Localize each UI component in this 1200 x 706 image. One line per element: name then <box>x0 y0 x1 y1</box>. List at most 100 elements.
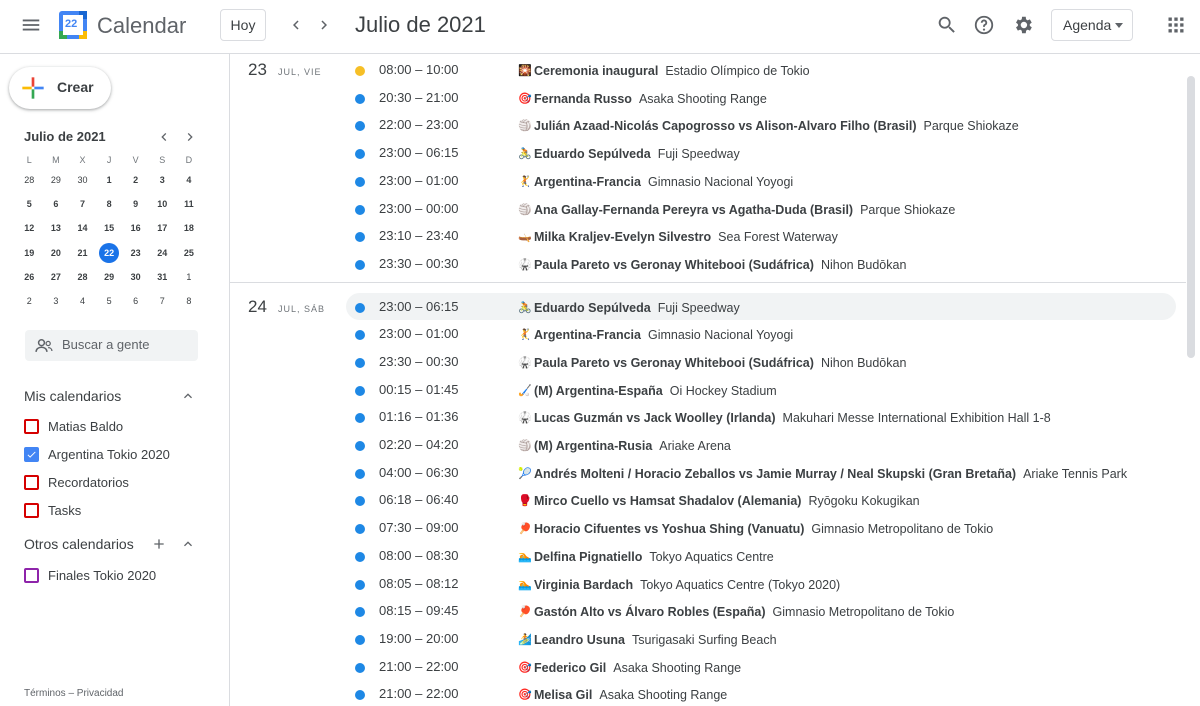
calendar-item[interactable]: Matias Baldo <box>24 416 123 436</box>
mini-calendar-day[interactable]: 30 <box>69 168 96 192</box>
day-number[interactable]: 23 <box>248 60 267 80</box>
agenda-event[interactable]: 08:00 – 08:30 🏊 Delfina Pignatiello Tokyo A… <box>346 542 1176 569</box>
day-number[interactable]: 24 <box>248 297 267 317</box>
mini-calendar-day[interactable]: 27 <box>43 265 70 289</box>
mini-calendar-day[interactable]: 26 <box>16 265 43 289</box>
my-calendars-toggle[interactable] <box>178 386 198 406</box>
mini-calendar-day[interactable]: 6 <box>43 192 70 216</box>
settings-button[interactable] <box>1003 5 1043 45</box>
agenda-event[interactable]: 02:20 – 04:20 🏐 (M) Argentina-Rusia Ariake … <box>346 431 1176 458</box>
agenda-event[interactable]: 21:00 – 22:00 🎯 Federico Gil Asaka Shooting… <box>346 653 1176 680</box>
mini-calendar-day[interactable]: 23 <box>122 241 149 265</box>
mini-calendar-day[interactable]: 5 <box>96 289 123 313</box>
mini-calendar-day[interactable]: 3 <box>149 168 176 192</box>
agenda-event[interactable]: 08:00 – 10:00 🎇 Ceremonia inaugural Estadio… <box>346 56 1176 83</box>
agenda-event[interactable]: 23:00 – 00:00 🏐 Ana Gallay-Fernanda Pereyr… <box>346 195 1176 222</box>
mini-calendar-day[interactable]: 12 <box>16 216 43 240</box>
next-period-button[interactable] <box>304 5 344 45</box>
mini-calendar-day[interactable]: 24 <box>149 241 176 265</box>
mini-calendar-day[interactable]: 18 <box>176 216 203 240</box>
calendar-item[interactable]: Tasks <box>24 500 81 520</box>
mini-calendar-day[interactable]: 22 <box>96 241 123 265</box>
other-calendars-toggle[interactable] <box>178 534 198 554</box>
people-search[interactable] <box>25 330 198 361</box>
event-time: 08:15 – 09:45 <box>379 603 459 619</box>
mini-calendar-day[interactable]: 13 <box>43 216 70 240</box>
mini-calendar-day[interactable]: 20 <box>43 241 70 265</box>
calendar-item[interactable]: Finales Tokio 2020 <box>24 565 156 585</box>
mini-calendar-day[interactable]: 6 <box>122 289 149 313</box>
agenda-event[interactable]: 21:00 – 22:00 🎯 Melisa Gil Asaka Shooting R… <box>346 680 1176 706</box>
agenda-event[interactable]: 23:00 – 06:15 🚴 Eduardo Sepúlveda Fuji Spee… <box>346 292 1176 320</box>
event-title: Delfina Pignatiello <box>534 549 643 564</box>
mini-calendar-day[interactable]: 25 <box>176 241 203 265</box>
mini-calendar-day[interactable]: 7 <box>149 289 176 313</box>
mini-calendar-day[interactable]: 1 <box>96 168 123 192</box>
other-calendars-header[interactable]: Otros calendarios <box>24 536 134 552</box>
mini-calendar-next-button[interactable] <box>178 125 202 149</box>
agenda-event[interactable]: 23:30 – 00:30 🥋 Paula Pareto vs Geronay Wh… <box>346 348 1176 375</box>
agenda-event[interactable]: 06:18 – 06:40 🥊 Mirco Cuello vs Hamsat Sha… <box>346 486 1176 513</box>
calendar-checkbox[interactable] <box>24 474 39 490</box>
create-event-button[interactable]: Crear <box>9 67 111 109</box>
agenda-scrollbar[interactable] <box>1187 76 1195 358</box>
search-button[interactable] <box>927 5 967 45</box>
mini-calendar-day[interactable]: 16 <box>122 216 149 240</box>
today-button[interactable]: Hoy <box>220 9 266 41</box>
agenda-event[interactable]: 00:15 – 01:45 🏑 (M) Argentina-España Oi Hoc… <box>346 376 1176 403</box>
agenda-event[interactable]: 07:30 – 09:00 🏓 Horacio Cifuentes vs Yoshu… <box>346 514 1176 541</box>
my-calendars-header[interactable]: Mis calendarios <box>24 388 121 404</box>
mini-calendar-day[interactable]: 1 <box>176 265 203 289</box>
mini-calendar-day[interactable]: 7 <box>69 192 96 216</box>
agenda-event[interactable]: 08:15 – 09:45 🏓 Gastón Alto vs Álvaro Robl… <box>346 597 1176 624</box>
calendar-checkbox[interactable] <box>24 446 39 462</box>
mini-calendar-day[interactable]: 28 <box>16 168 43 192</box>
mini-calendar-day[interactable]: 31 <box>149 265 176 289</box>
mini-calendar-day[interactable]: 8 <box>176 289 203 313</box>
mini-calendar-day[interactable]: 14 <box>69 216 96 240</box>
mini-calendar-day[interactable]: 28 <box>69 265 96 289</box>
agenda-event[interactable]: 20:30 – 21:00 🎯 Fernanda Russo Asaka Shooti… <box>346 84 1176 111</box>
mini-calendar-day[interactable]: 21 <box>69 241 96 265</box>
mini-calendar-day[interactable]: 29 <box>43 168 70 192</box>
calendar-item[interactable]: Argentina Tokio 2020 <box>24 444 170 464</box>
mini-calendar-day[interactable]: 3 <box>43 289 70 313</box>
add-calendar-button[interactable] <box>149 534 169 554</box>
calendar-checkbox[interactable] <box>24 502 39 518</box>
mini-calendar-day[interactable]: 30 <box>122 265 149 289</box>
google-apps-button[interactable] <box>1156 5 1196 45</box>
agenda-event[interactable]: 23:00 – 06:15 🚴 Eduardo Sepúlveda Fuji Spee… <box>346 139 1176 166</box>
agenda-event[interactable]: 23:30 – 00:30 🥋 Paula Pareto vs Geronay Wh… <box>346 250 1176 277</box>
mini-calendar-day[interactable]: 2 <box>16 289 43 313</box>
mini-calendar-day[interactable]: 4 <box>69 289 96 313</box>
agenda-event[interactable]: 23:00 – 01:00 🤾 Argentina-Francia Gimnasio … <box>346 167 1176 194</box>
mini-calendar-day[interactable]: 2 <box>122 168 149 192</box>
view-selector[interactable]: Agenda <box>1051 9 1133 41</box>
mini-calendar-day[interactable]: 5 <box>16 192 43 216</box>
agenda-event[interactable]: 04:00 – 06:30 🎾 Andrés Molteni / Horacio Z… <box>346 459 1176 486</box>
mini-calendar-day[interactable]: 17 <box>149 216 176 240</box>
mini-calendar-day[interactable]: 9 <box>122 192 149 216</box>
agenda-event[interactable]: 19:00 – 20:00 🏄 Leandro Usuna Tsurigasaki S… <box>346 625 1176 652</box>
agenda-event[interactable]: 22:00 – 23:00 🏐 Julián Azaad-Nicolás Capog… <box>346 111 1176 138</box>
calendar-checkbox[interactable] <box>24 418 39 434</box>
mini-calendar-day[interactable]: 11 <box>176 192 203 216</box>
calendar-checkbox[interactable] <box>24 567 39 583</box>
mini-calendar-day[interactable]: 15 <box>96 216 123 240</box>
event-location: Tokyo Aquatics Centre <box>649 549 774 564</box>
mini-calendar-day[interactable]: 19 <box>16 241 43 265</box>
mini-calendar-day[interactable]: 4 <box>176 168 203 192</box>
help-button[interactable] <box>964 5 1004 45</box>
mini-calendar-day[interactable]: 10 <box>149 192 176 216</box>
agenda-event[interactable]: 01:16 – 01:36 🥋 Lucas Guzmán vs Jack Wooll… <box>346 403 1176 430</box>
main-menu-button[interactable] <box>11 5 51 45</box>
mini-calendar-day[interactable]: 8 <box>96 192 123 216</box>
agenda-event[interactable]: 08:05 – 08:12 🏊 Virginia Bardach Tokyo Aqua… <box>346 570 1176 597</box>
mini-calendar-prev-button[interactable] <box>152 125 176 149</box>
mini-calendar-day[interactable]: 29 <box>96 265 123 289</box>
calendar-item[interactable]: Recordatorios <box>24 472 129 492</box>
agenda-event[interactable]: 23:10 – 23:40 🛶 Milka Kraljev-Evelyn Silve… <box>346 222 1176 249</box>
people-search-input[interactable] <box>62 337 192 352</box>
footer-links[interactable]: Términos – Privacidad <box>24 688 123 699</box>
agenda-event[interactable]: 23:00 – 01:00 🤾 Argentina-Francia Gimnasio … <box>346 320 1176 347</box>
